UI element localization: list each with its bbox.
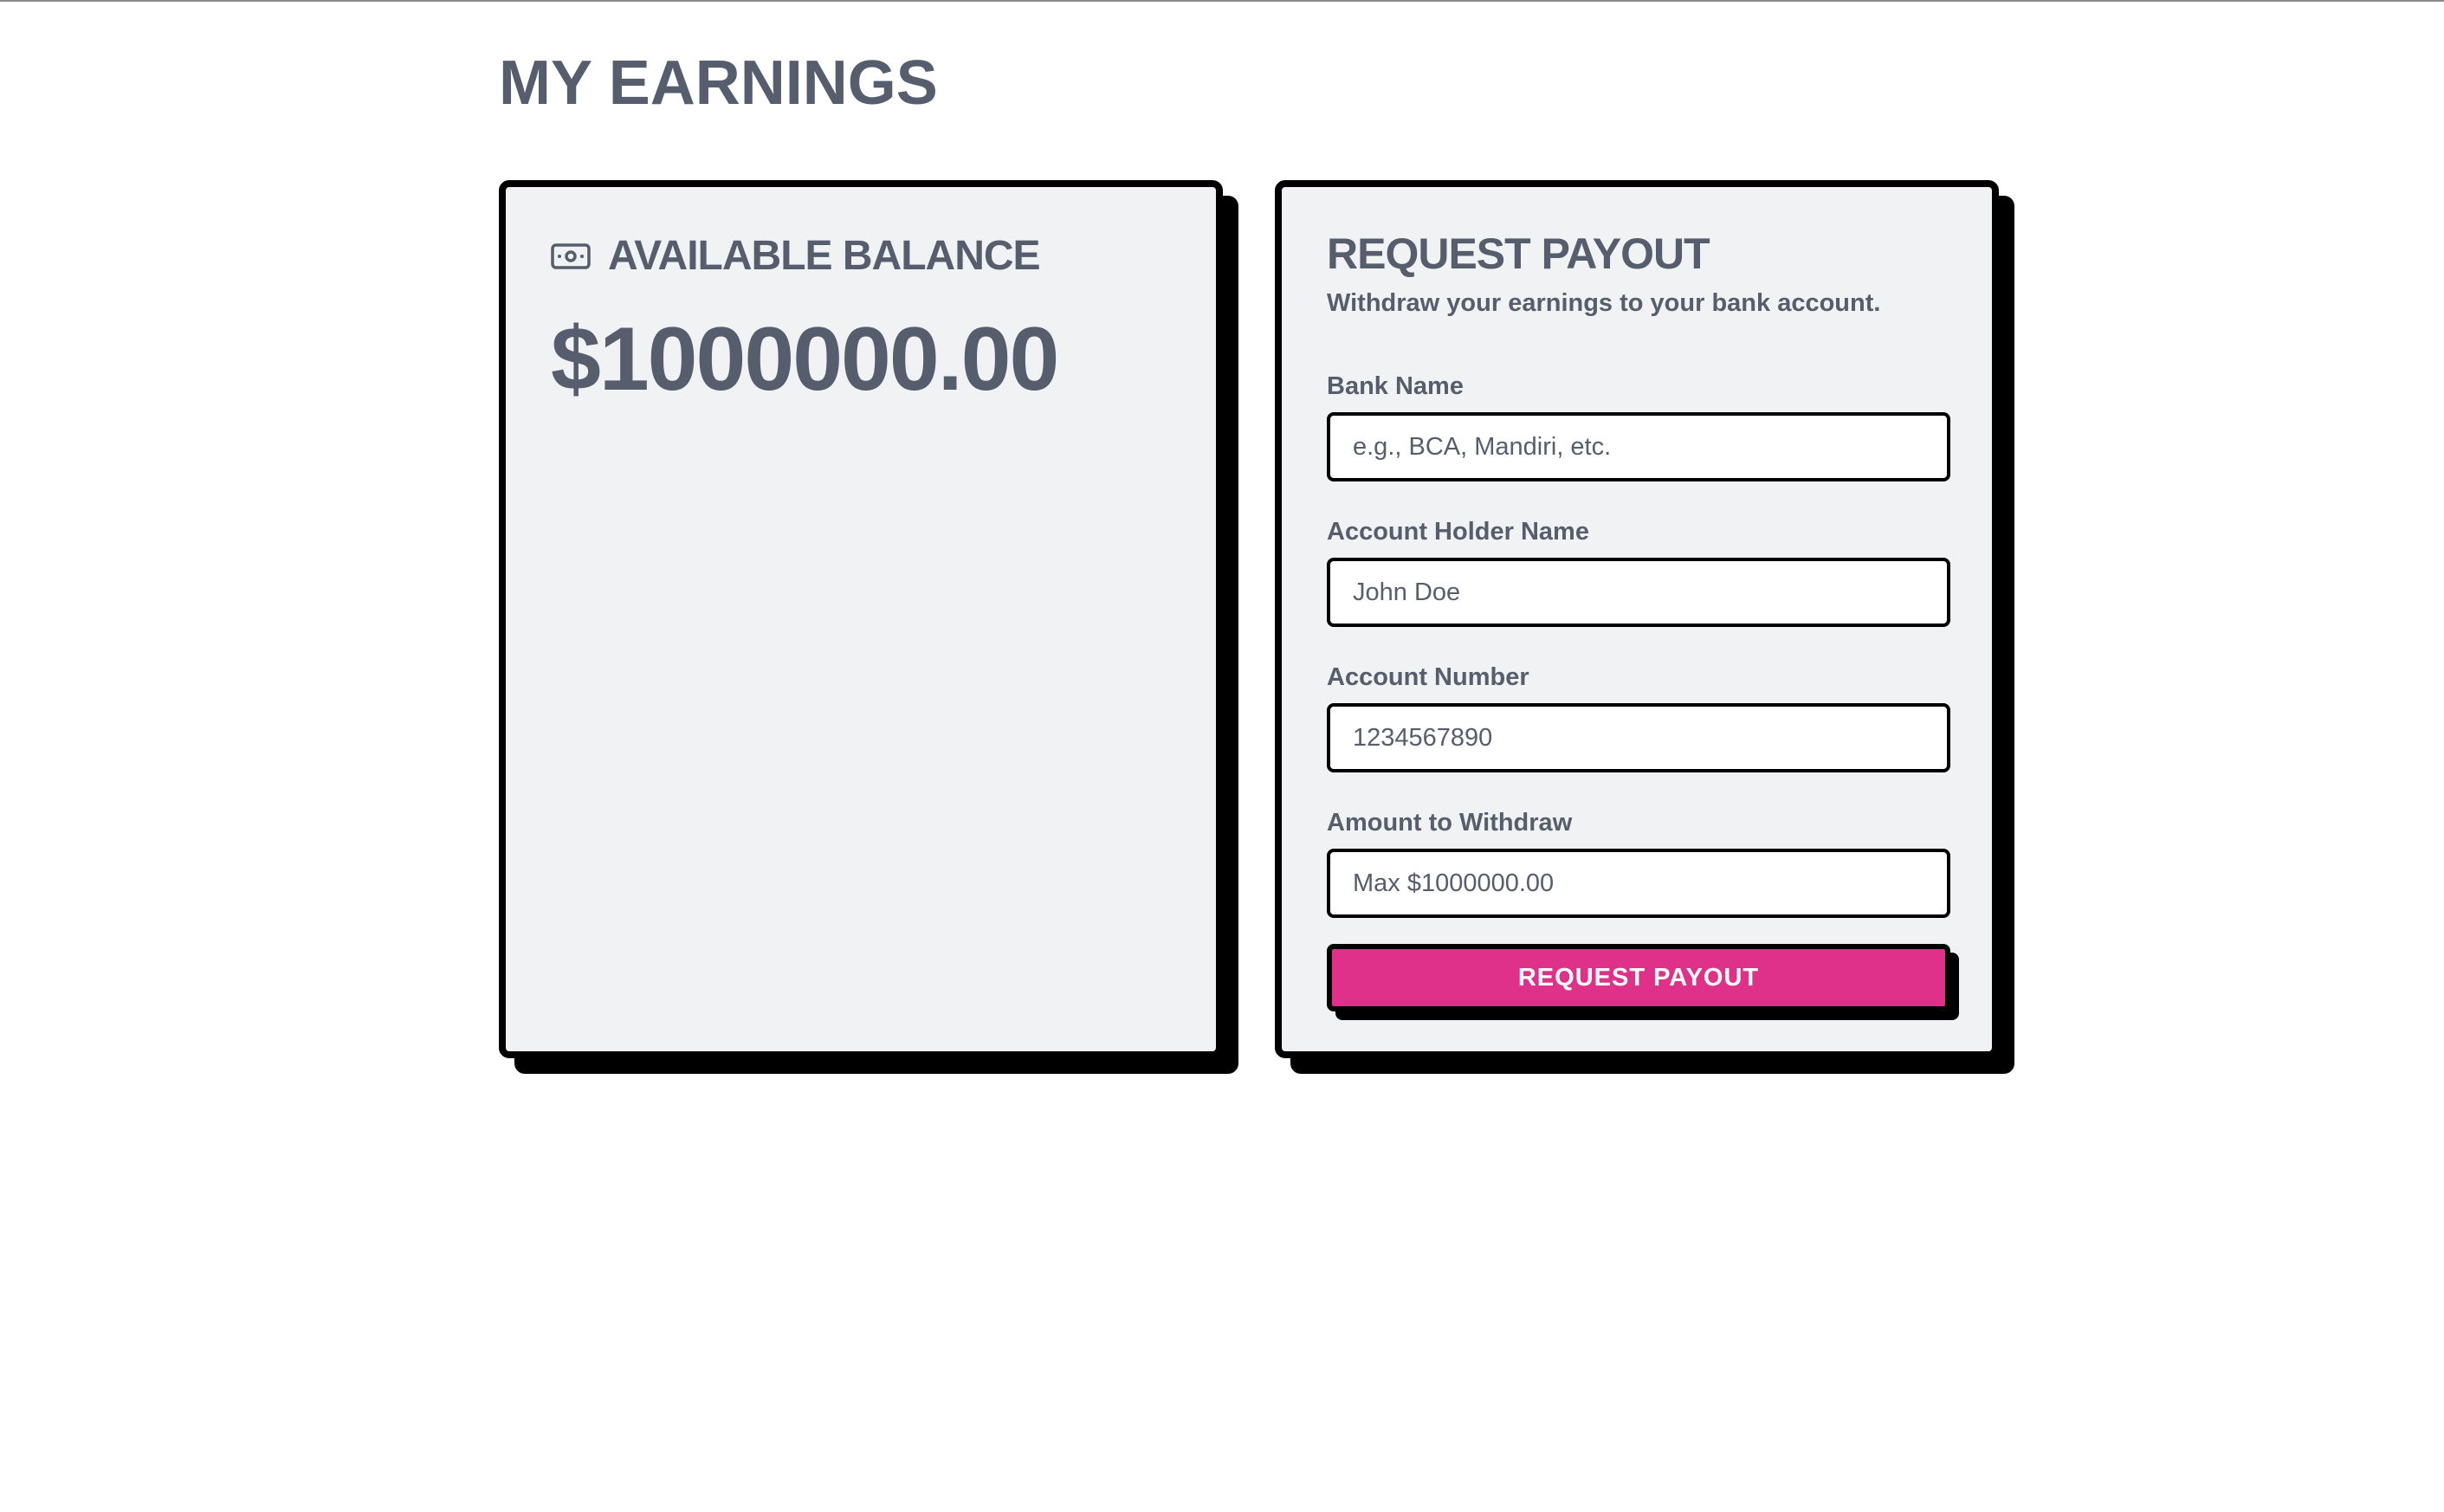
amount-label: Amount to Withdraw <box>1327 809 1573 837</box>
balance-amount: $1000000.00 <box>551 309 1059 410</box>
bank-name-input[interactable] <box>1327 412 1950 481</box>
payout-card: REQUEST PAYOUT Withdraw your earnings to… <box>1275 180 1999 1058</box>
account-holder-label: Account Holder Name <box>1327 518 1589 546</box>
balance-label: AVAILABLE BALANCE <box>608 233 1041 279</box>
amount-input[interactable] <box>1327 849 1950 918</box>
payout-subtitle: Withdraw your earnings to your bank acco… <box>1327 289 1881 317</box>
account-holder-input[interactable] <box>1327 558 1950 627</box>
bank-name-label: Bank Name <box>1327 372 1464 400</box>
balance-card: AVAILABLE BALANCE $1000000.00 <box>499 180 1223 1058</box>
page-title: MY EARNINGS <box>499 48 938 118</box>
request-payout-button[interactable]: REQUEST PAYOUT <box>1327 944 1950 1011</box>
balance-header: AVAILABLE BALANCE <box>551 232 1041 280</box>
money-icon <box>551 242 591 269</box>
payout-title: REQUEST PAYOUT <box>1327 229 1710 278</box>
account-number-label: Account Number <box>1327 663 1529 691</box>
top-divider <box>0 0 2444 2</box>
account-number-input[interactable] <box>1327 703 1950 772</box>
